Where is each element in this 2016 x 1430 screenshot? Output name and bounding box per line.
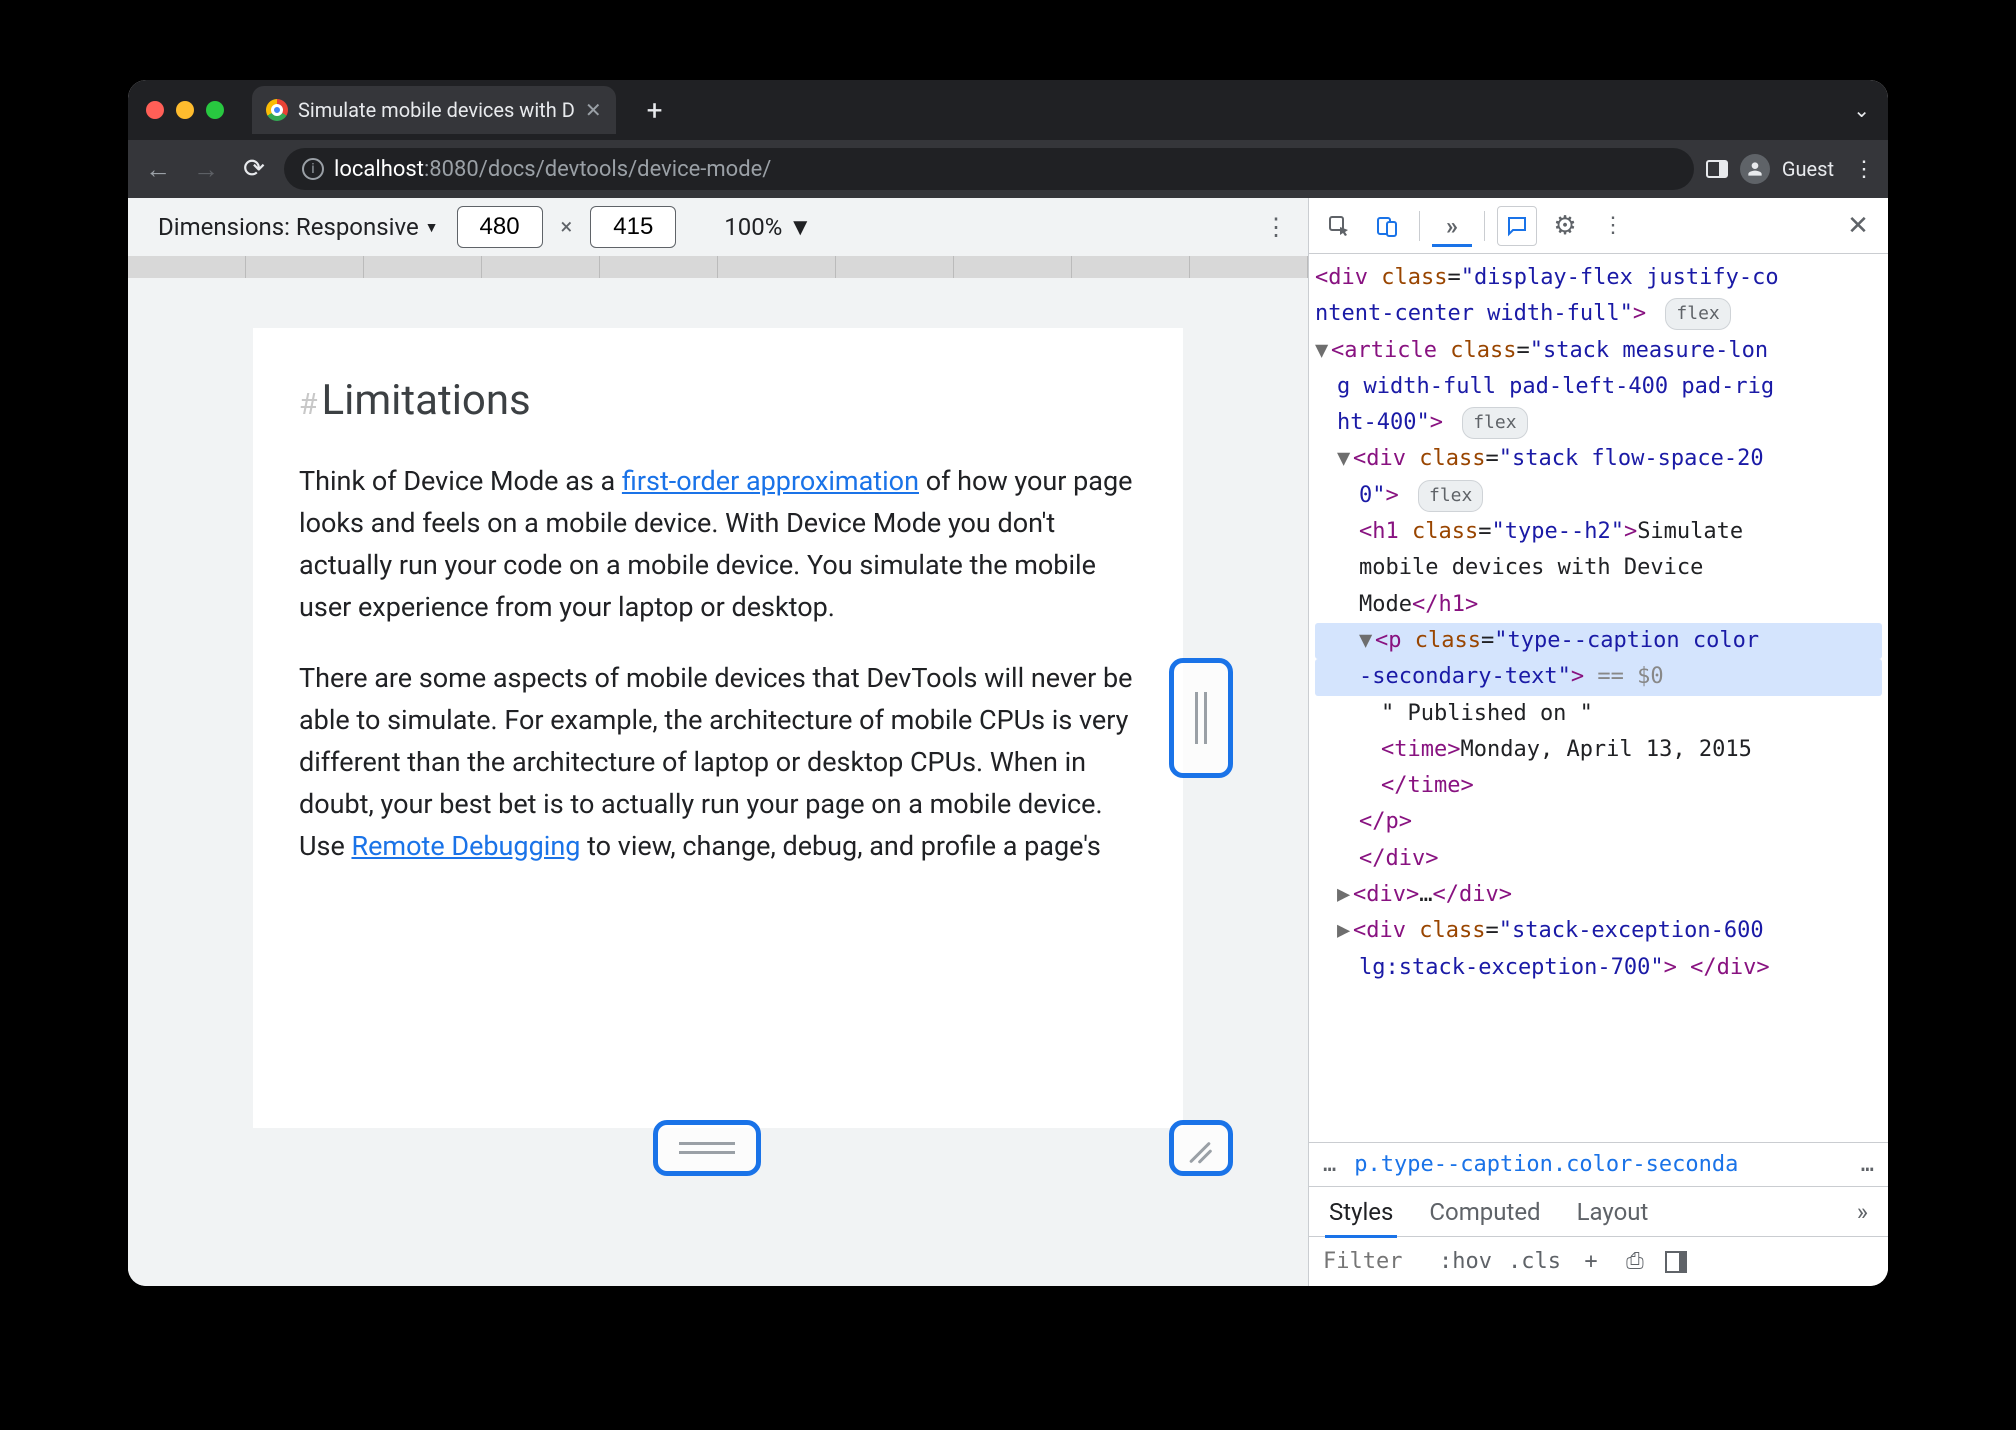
styles-filter-input[interactable]	[1323, 1249, 1423, 1274]
url-display: localhost:8080/docs/devtools/device-mode…	[334, 157, 771, 182]
breadcrumb-ellipsis[interactable]: …	[1861, 1152, 1874, 1177]
browser-menu-icon[interactable]: ⋮	[1852, 157, 1876, 182]
window-controls	[146, 101, 224, 119]
page-paragraph: There are some aspects of mobile devices…	[299, 658, 1137, 867]
browser-tab[interactable]: Simulate mobile devices with D ✕	[252, 86, 616, 134]
titlebar: Simulate mobile devices with D ✕ + ⌄	[128, 80, 1888, 140]
devtools-panel: » ⚙ ⋮ ✕ <div class="display-flex justify…	[1308, 198, 1888, 1286]
anchor-hash-icon[interactable]: #	[299, 387, 317, 422]
omnibox[interactable]: i localhost:8080/docs/devtools/device-mo…	[284, 148, 1694, 190]
site-info-icon[interactable]: i	[302, 158, 324, 180]
breadcrumb-ellipsis[interactable]: …	[1323, 1152, 1336, 1177]
device-toolbar-menu-icon[interactable]: ⋮	[1264, 213, 1288, 241]
maximize-window-button[interactable]	[206, 101, 224, 119]
chat-icon[interactable]	[1497, 206, 1537, 246]
dimensions-selector[interactable]: Dimensions: Responsive ▼	[158, 213, 439, 241]
cls-toggle[interactable]: .cls	[1508, 1249, 1561, 1274]
link-first-order[interactable]: first-order approximation	[622, 465, 919, 497]
dom-breadcrumb[interactable]: … p.type--caption.color-seconda …	[1309, 1142, 1888, 1186]
styles-filter-row: :hov .cls + ⎙	[1309, 1236, 1888, 1286]
toggle-sidebar-icon[interactable]	[1665, 1251, 1687, 1273]
link-remote-debugging[interactable]: Remote Debugging	[351, 830, 580, 862]
settings-gear-icon[interactable]: ⚙	[1545, 206, 1585, 246]
reload-button[interactable]: ⟳	[236, 154, 272, 184]
tab-computed[interactable]: Computed	[1429, 1198, 1540, 1226]
tabs-dropdown-icon[interactable]: ⌄	[1853, 98, 1870, 122]
back-button[interactable]: ←	[140, 154, 176, 185]
profile-label[interactable]: Guest	[1782, 157, 1834, 181]
breadcrumb-current[interactable]: p.type--caption.color-seconda	[1354, 1152, 1738, 1177]
page-heading: #Limitations	[299, 368, 1137, 433]
multiply-label: ×	[561, 215, 573, 240]
width-input[interactable]	[457, 206, 543, 248]
zoom-label: 100%	[724, 213, 782, 241]
elements-dom-tree[interactable]: <div class="display-flex justify-co nten…	[1309, 254, 1888, 1142]
chevron-down-icon: ▼	[788, 213, 812, 242]
new-style-rule-icon[interactable]: +	[1577, 1249, 1605, 1274]
hov-toggle[interactable]: :hov	[1439, 1249, 1492, 1274]
more-tabs-icon[interactable]: »	[1857, 1198, 1868, 1226]
device-toolbar: Dimensions: Responsive ▼ × 100% ▼ ⋮	[128, 198, 1308, 256]
minimize-window-button[interactable]	[176, 101, 194, 119]
close-devtools-icon[interactable]: ✕	[1838, 206, 1878, 246]
height-input[interactable]	[590, 206, 676, 248]
styles-tabs: Styles Computed Layout »	[1309, 1186, 1888, 1236]
resize-handle-right[interactable]	[1169, 658, 1233, 778]
tab-title: Simulate mobile devices with D	[298, 98, 575, 122]
tab-layout[interactable]: Layout	[1577, 1198, 1649, 1226]
profile-avatar[interactable]	[1740, 154, 1770, 184]
tab-styles[interactable]: Styles	[1329, 1198, 1393, 1226]
resize-handle-bottom[interactable]	[653, 1120, 761, 1176]
chevron-down-icon: ▼	[425, 219, 439, 236]
devtools-tabs: » ⚙ ⋮ ✕	[1309, 198, 1888, 254]
page-paragraph: Think of Device Mode as a first-order ap…	[299, 461, 1137, 628]
computed-styles-icon[interactable]: ⎙	[1621, 1249, 1649, 1274]
horizontal-ruler	[128, 256, 1308, 278]
inspect-icon[interactable]	[1319, 206, 1359, 246]
side-panel-icon[interactable]	[1706, 160, 1728, 178]
close-window-button[interactable]	[146, 101, 164, 119]
dimensions-label: Dimensions: Responsive	[158, 213, 419, 241]
more-tabs-icon[interactable]: »	[1432, 206, 1472, 246]
close-tab-icon[interactable]: ✕	[585, 98, 602, 122]
selected-dom-node[interactable]: ▼<p class="type--caption color	[1315, 623, 1882, 659]
browser-window: Simulate mobile devices with D ✕ + ⌄ ← →…	[128, 80, 1888, 1286]
new-tab-button[interactable]: +	[640, 94, 670, 127]
zoom-selector[interactable]: 100% ▼	[724, 213, 812, 242]
device-toggle-icon[interactable]	[1367, 206, 1407, 246]
simulated-page[interactable]: #Limitations Think of Device Mode as a f…	[253, 328, 1183, 1128]
device-mode-viewport: Dimensions: Responsive ▼ × 100% ▼ ⋮ #Lim…	[128, 198, 1308, 1286]
chrome-icon	[266, 99, 288, 121]
resize-handle-corner[interactable]	[1169, 1120, 1233, 1176]
address-bar: ← → ⟳ i localhost:8080/docs/devtools/dev…	[128, 140, 1888, 198]
devtools-menu-icon[interactable]: ⋮	[1593, 206, 1633, 246]
forward-button[interactable]: →	[188, 154, 224, 185]
